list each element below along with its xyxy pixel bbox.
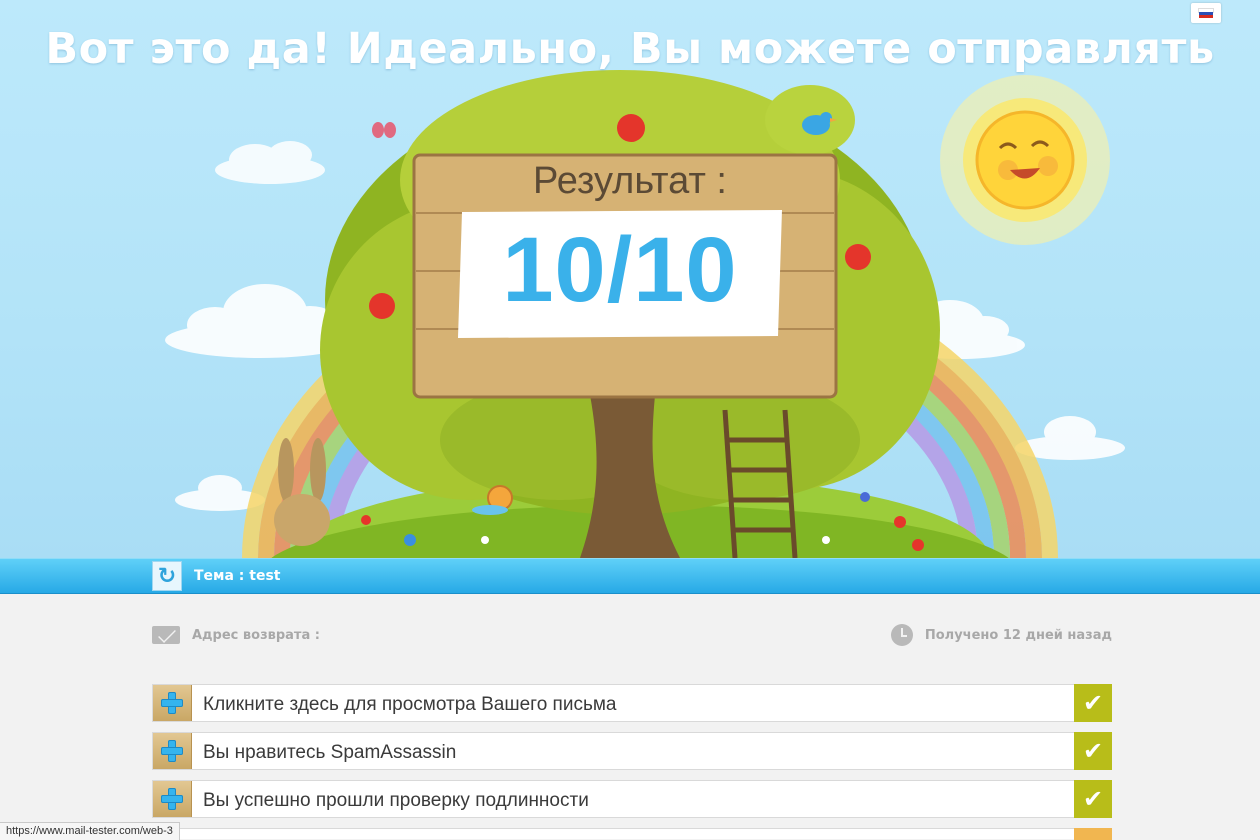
subject-bar: ↻ Тема : test bbox=[0, 558, 1260, 594]
clock-icon bbox=[890, 624, 913, 646]
subject-text: Тема : test bbox=[194, 568, 281, 584]
result-headline: Вот это да! Идеально, Вы можете отправля… bbox=[45, 24, 1215, 74]
score-value: 10/10 bbox=[502, 219, 738, 321]
expand-button[interactable] bbox=[153, 781, 192, 817]
check-label[interactable]: Вы нравитесь SpamAssassin bbox=[203, 742, 456, 764]
plus-icon bbox=[161, 740, 183, 762]
check-row-partial[interactable] bbox=[152, 828, 1112, 840]
result-label: Результат : bbox=[533, 160, 727, 202]
plus-icon bbox=[161, 692, 183, 714]
received-label: Получено 12 дней назад bbox=[924, 627, 1112, 643]
expand-button[interactable] bbox=[153, 733, 192, 769]
refresh-icon: ↻ bbox=[157, 563, 177, 589]
status-icon bbox=[1074, 828, 1112, 840]
received-time: Получено 12 дней назад bbox=[890, 624, 1112, 646]
check-label[interactable]: Кликните здесь для просмотра Вашего пись… bbox=[203, 694, 616, 716]
hero-banner: Вот это да! Идеально, Вы можете отправля… bbox=[0, 0, 1260, 558]
cloud-left-top bbox=[215, 141, 325, 184]
check-row-spamassassin[interactable]: Вы нравитесь SpamAssassin ✔ bbox=[152, 732, 1112, 770]
expand-button[interactable] bbox=[153, 685, 192, 721]
checkmark-icon: ✔ bbox=[1074, 780, 1112, 818]
check-row-view-message[interactable]: Кликните здесь для просмотра Вашего пись… bbox=[152, 684, 1112, 722]
check-row-authentication[interactable]: Вы успешно прошли проверку подлинности ✔ bbox=[152, 780, 1112, 818]
refresh-button[interactable]: ↻ bbox=[152, 561, 182, 591]
browser-status-bar: https://www.mail-tester.com/web-3 bbox=[0, 822, 180, 840]
plus-icon bbox=[161, 788, 183, 810]
checkmark-icon: ✔ bbox=[1074, 732, 1112, 770]
sun-illustration bbox=[940, 75, 1110, 245]
envelope-icon bbox=[152, 626, 180, 644]
butterfly-illustration bbox=[372, 122, 396, 138]
return-address-label: Адрес возврата : bbox=[192, 627, 320, 643]
checkmark-icon: ✔ bbox=[1074, 684, 1112, 722]
return-address: Адрес возврата : bbox=[152, 626, 320, 644]
ru-flag-icon[interactable] bbox=[1191, 3, 1221, 23]
check-label[interactable]: Вы успешно прошли проверку подлинности bbox=[203, 790, 589, 812]
